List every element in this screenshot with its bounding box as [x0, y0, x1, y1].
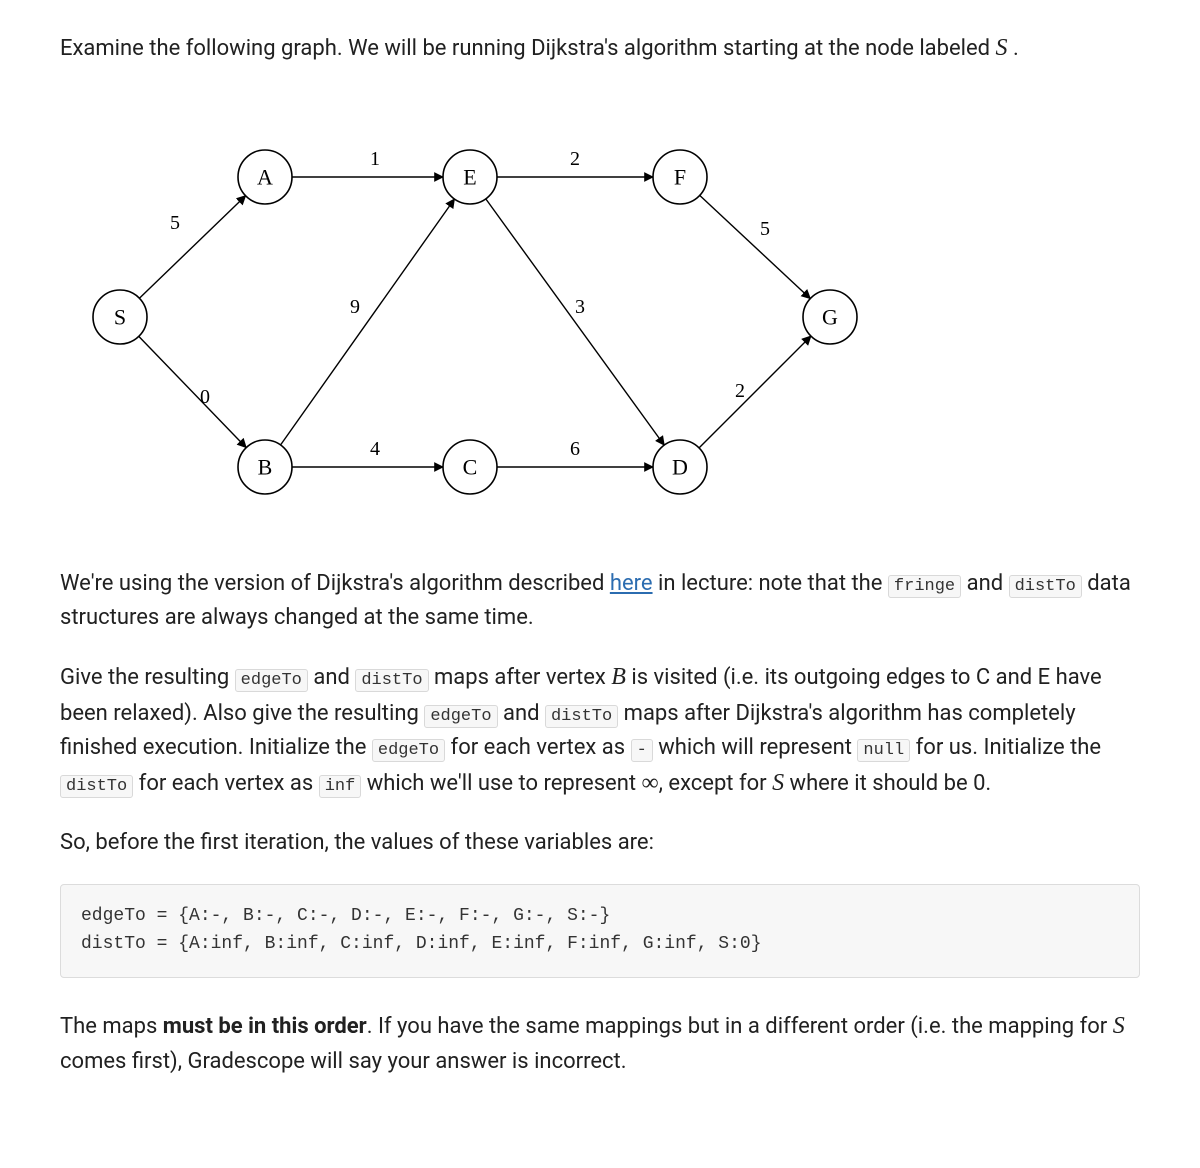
edge-weight-SB: 0	[200, 386, 210, 408]
intro-paragraph: Examine the following graph. We will be …	[60, 30, 1140, 67]
p3-seg5: and	[498, 701, 545, 726]
node-A: A	[238, 150, 292, 204]
edge-weight-FG: 5	[760, 218, 770, 240]
initial-state-codeblock: edgeTo = {A:-, B:-, C:-, D:-, E:-, F:-, …	[60, 884, 1140, 978]
paragraph-4: So, before the first iteration, the valu…	[60, 826, 1140, 860]
node-S: S	[93, 290, 147, 344]
intro-text: Examine the following graph. We will be …	[60, 36, 996, 61]
order-emphasis: must be in this order	[163, 1014, 367, 1039]
code-edgeTo-1: edgeTo	[235, 669, 308, 692]
code-distTo-1: distTo	[355, 669, 428, 692]
code-null: null	[857, 739, 910, 762]
paragraph-5: The maps must be in this order. If you h…	[60, 1008, 1140, 1079]
node-label-F: F	[674, 165, 686, 190]
edge-weight-EF: 2	[570, 148, 580, 170]
intro-period: .	[1013, 36, 1019, 61]
p3-seg12: , except for	[659, 771, 772, 796]
edge-weight-BC: 4	[370, 438, 380, 460]
p3-seg9: for us. Initialize the	[910, 735, 1101, 760]
node-B: B	[238, 440, 292, 494]
edge-S-B	[139, 337, 246, 448]
node-D: D	[653, 440, 707, 494]
math-var-B: B	[611, 664, 626, 690]
p2-seg3: and	[961, 571, 1008, 596]
code-distTo: distTo	[1009, 575, 1082, 598]
edge-weight-CD: 6	[570, 438, 580, 460]
paragraph-3: Give the resulting edgeTo and distTo map…	[60, 659, 1140, 802]
math-var-S-3: S	[1113, 1013, 1125, 1039]
p2-seg2: in lecture: note that the	[653, 571, 888, 596]
graph-figure: 5 0 1 9 4 2 3 6 5	[60, 97, 1140, 527]
p2-seg1: We're using the version of Dijkstra's al…	[60, 571, 610, 596]
edge-S-A	[139, 196, 245, 299]
paragraph-2: We're using the version of Dijkstra's al…	[60, 567, 1140, 635]
node-C: C	[443, 440, 497, 494]
code-distTo-2: distTo	[545, 705, 618, 728]
node-label-C: C	[463, 455, 478, 480]
p3-seg3: maps after vertex	[429, 665, 612, 690]
node-G: G	[803, 290, 857, 344]
node-label-D: D	[672, 455, 688, 480]
node-E: E	[443, 150, 497, 204]
node-label-B: B	[258, 455, 273, 480]
node-label-S: S	[114, 305, 126, 330]
edge-weight-AE: 1	[370, 148, 380, 170]
lecture-link[interactable]: here	[610, 571, 653, 596]
p3-seg13: where it should be 0.	[784, 771, 991, 796]
p3-seg8: which will represent	[653, 735, 858, 760]
infinity-symbol: ∞	[642, 770, 659, 796]
math-var-S: S	[996, 35, 1008, 61]
math-var-S-2: S	[772, 770, 784, 796]
node-label-E: E	[463, 165, 476, 190]
edge-D-G	[699, 336, 811, 448]
p3-seg10: for each vertex as	[133, 771, 318, 796]
edge-weight-DG: 2	[735, 380, 745, 402]
code-edgeTo-2: edgeTo	[424, 705, 497, 728]
node-label-G: G	[822, 305, 838, 330]
code-distTo-3: distTo	[60, 775, 133, 798]
code-edgeTo-3: edgeTo	[372, 739, 445, 762]
edge-E-D	[486, 199, 664, 445]
p5-seg3: comes first), Gradescope will say your a…	[60, 1049, 627, 1074]
p5-seg1: The maps	[60, 1014, 163, 1039]
graph-svg: 5 0 1 9 4 2 3 6 5	[60, 97, 890, 527]
edge-weight-SA: 5	[170, 212, 180, 234]
edge-weight-ED: 3	[575, 296, 585, 318]
code-dash: -	[631, 739, 653, 762]
p3-seg11: which we'll use to represent	[361, 771, 641, 796]
p3-seg1: Give the resulting	[60, 665, 235, 690]
code-fringe: fringe	[888, 575, 961, 598]
edge-F-G	[700, 196, 811, 299]
p3-seg7: for each vertex as	[445, 735, 630, 760]
p3-seg2: and	[308, 665, 355, 690]
document-page: Examine the following graph. We will be …	[0, 0, 1200, 1163]
node-F: F	[653, 150, 707, 204]
edge-B-E	[281, 199, 455, 445]
node-label-A: A	[257, 165, 273, 190]
code-inf: inf	[319, 775, 362, 798]
edge-weight-BE: 9	[350, 296, 360, 318]
p5-seg2: . If you have the same mappings but in a…	[367, 1014, 1113, 1039]
